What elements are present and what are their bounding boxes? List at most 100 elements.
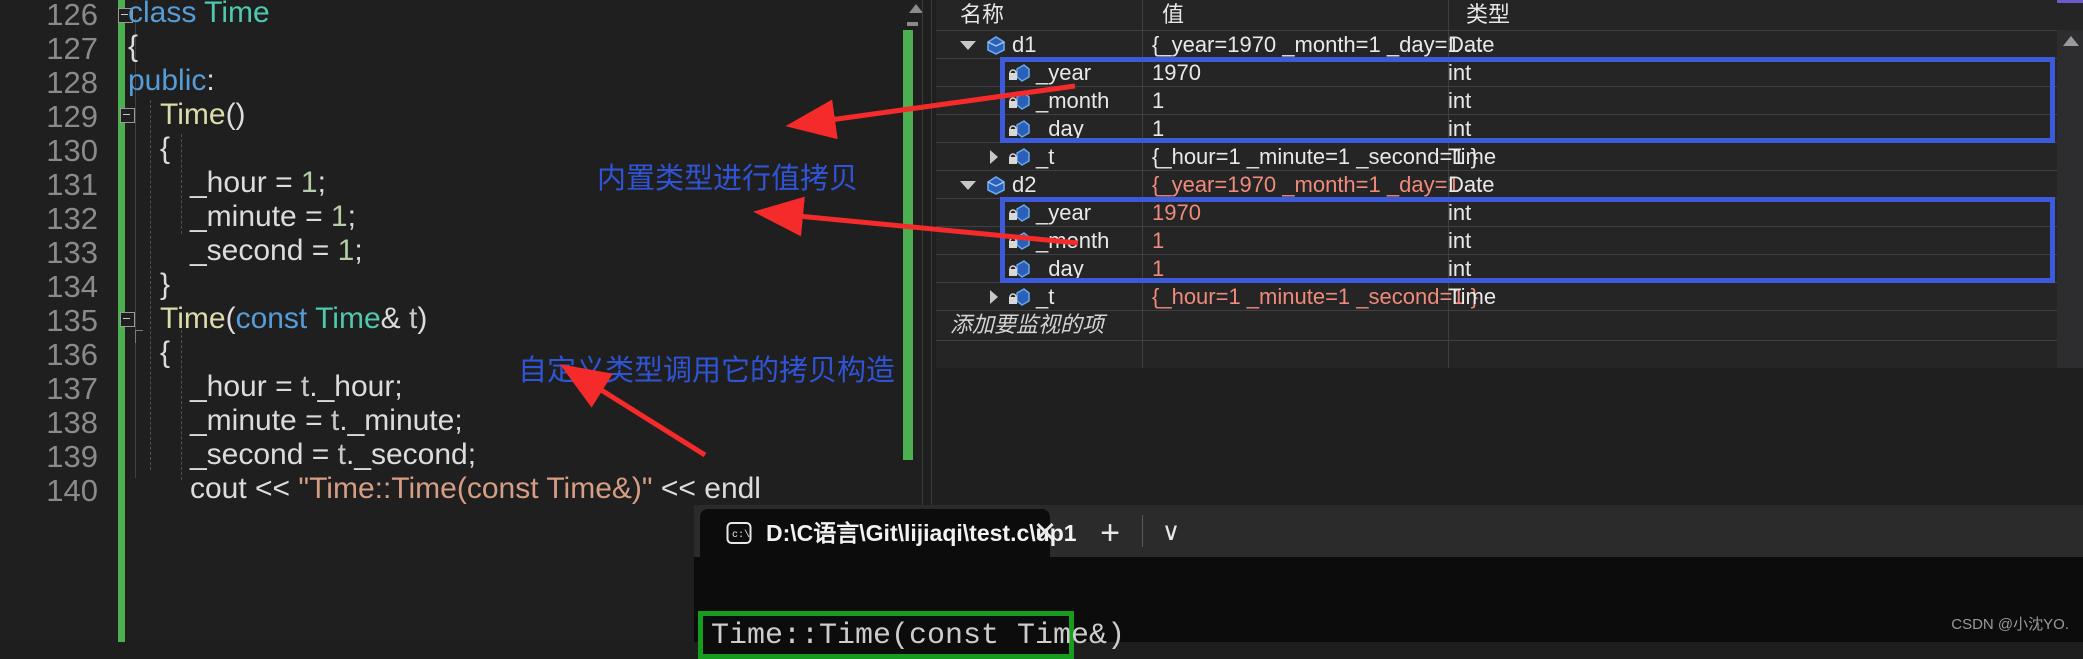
code-line[interactable]: _minute = 1; [190,200,356,234]
watch-type: Time [1448,284,1497,309]
code-line[interactable]: _hour = 1; [190,166,326,200]
watch-value[interactable]: 1970 [1152,59,1201,87]
field-lock-icon [1009,232,1030,250]
code-line[interactable]: cout << "Time::Time(const Time&)" << end… [190,472,761,506]
code-line[interactable]: class Time [128,0,270,30]
watch-vertical-scrollbar[interactable] [2057,30,2083,368]
watch-row[interactable]: _t {_hour=1 _minute=1 _second=1 } Time [936,143,2083,171]
line-number: 127 [46,31,98,66]
watch-value[interactable]: 1 [1152,115,1164,143]
watch-type: Date [1448,32,1495,57]
watch-row[interactable]: _month 1 int [936,87,2083,115]
line-number: 133 [46,235,98,270]
watch-row[interactable]: _day 1 int [936,115,2083,143]
highlight-box-terminal-output: Time::Time(const Time&) [698,611,1125,659]
new-terminal-button[interactable]: + [1092,515,1128,551]
code-line[interactable]: _minute = t._minute; [190,404,463,438]
scrollbar-marker-icon [907,22,918,26]
expander-open-icon[interactable] [960,181,976,190]
watch-type: int [1448,88,1472,113]
watch-value[interactable]: 1 [1152,87,1164,115]
terminal-panel[interactable]: c:\ D:\C语言\Git\lijiaqi\test.c\up1 ✕ + ∨ … [694,505,2083,659]
scroll-up-arrow-icon[interactable] [909,4,923,13]
watch-value[interactable]: {_hour=1 _minute=1 _second=1 } [1152,283,1478,311]
field-lock-icon [1009,120,1030,138]
line-number: 136 [46,337,98,372]
watch-add-row[interactable]: 添加要监视的项 [936,311,2083,341]
watch-row[interactable]: _year 1970 int [936,199,2083,227]
watch-row[interactable]: _month 1 int [936,227,2083,255]
watch-value[interactable]: {_year=1970 _month=1 _day=1 ... [1152,171,1484,199]
watch-value[interactable]: 1 [1152,227,1164,255]
scrollbar-top-accent [2057,0,2083,3]
line-number: 135 [46,303,98,338]
terminal-tab[interactable]: c:\ D:\C语言\Git\lijiaqi\test.c\up1 ✕ [700,509,1077,557]
watch-row[interactable]: _year 1970 int [936,59,2083,87]
watch-type: int [1448,200,1472,225]
line-number: 140 [46,473,98,508]
column-header-name[interactable]: 名称 [950,0,1156,30]
column-header-type[interactable]: 类型 [1456,0,1510,30]
column-divider[interactable] [1142,0,1143,30]
column-header-value[interactable]: 值 [1152,0,1448,30]
line-number: 138 [46,405,98,440]
code-line[interactable]: { [160,336,170,370]
fold-toggle-icon[interactable] [120,312,135,327]
code-line[interactable]: { [128,30,138,64]
editor-line-number-gutter: 126 127 128 129 130 131 132 133 134 135 … [0,0,110,642]
object-icon [987,36,1005,55]
chevron-down-icon[interactable]: ∨ [1154,517,1188,547]
indent-guide [181,330,183,480]
watch-value[interactable]: {_hour=1 _minute=1 _second=1 } [1152,143,1478,171]
scroll-up-arrow-icon[interactable] [2063,36,2079,46]
line-number: 128 [46,65,98,100]
line-number: 126 [46,0,98,32]
field-lock-icon [1009,64,1030,82]
watch-type: int [1448,256,1472,281]
code-line[interactable]: Time(const Time& t) [160,302,427,336]
object-icon [987,176,1005,195]
expander-closed-icon[interactable] [990,150,998,164]
scrollbar-thumb[interactable] [903,30,913,460]
toolbar-divider [1142,515,1143,547]
watch-name: _month [1036,228,1110,253]
code-line[interactable]: _second = 1; [190,234,363,268]
code-line[interactable]: } [160,268,170,302]
watch-name: _year [1036,200,1092,225]
watch-row[interactable]: _t {_hour=1 _minute=1 _second=1 } Time [936,283,2083,311]
watch-type: int [1448,116,1472,141]
expander-open-icon[interactable] [960,41,976,50]
watch-name: _year [1036,60,1092,85]
terminal-output-line: Time::Time(const Time&) [711,619,1126,653]
field-lock-icon [1009,260,1030,278]
close-icon[interactable]: ✕ [1030,518,1060,548]
watch-add-placeholder[interactable]: 添加要监视的项 [950,311,1104,339]
line-number: 134 [46,269,98,304]
code-line[interactable]: public: [128,64,215,98]
line-number: 137 [46,371,98,406]
expander-closed-icon[interactable] [990,290,998,304]
field-lock-icon [1009,92,1030,110]
watch-type: Date [1448,172,1495,197]
watch-value[interactable]: 1970 [1152,199,1201,227]
terminal-output[interactable]: Time::Time(const Time&) [694,557,2083,659]
line-number: 131 [46,167,98,202]
watch-row[interactable]: d1 {_year=1970 _month=1 _day=1 ... Date [936,31,2083,59]
code-line[interactable]: _second = t._second; [190,438,476,472]
watch-value[interactable]: 1 [1152,255,1164,283]
code-line[interactable]: { [160,132,170,166]
column-divider[interactable] [1448,0,1449,30]
watch-name: _month [1036,88,1110,113]
code-line[interactable]: Time() [160,98,246,132]
fold-bracket [135,330,143,343]
watch-name: d1 [1012,32,1037,57]
watch-value[interactable]: {_year=1970 _month=1 _day=1 ... [1152,31,1484,59]
fold-toggle-icon[interactable] [120,108,135,123]
watch-header-row: 名称 值 类型 [936,0,2083,31]
watch-row[interactable]: d2 {_year=1970 _month=1 _day=1 ... Date [936,171,2083,199]
code-line[interactable]: _hour = t._hour; [190,370,403,404]
watch-window[interactable]: 名称 值 类型 d1 {_year=1970 _month=1 _day=1 .… [936,0,2083,368]
line-number: 139 [46,439,98,474]
terminal-tab-bar[interactable]: c:\ D:\C语言\Git\lijiaqi\test.c\up1 ✕ + ∨ [694,505,2083,557]
watch-row[interactable]: _day 1 int [936,255,2083,283]
